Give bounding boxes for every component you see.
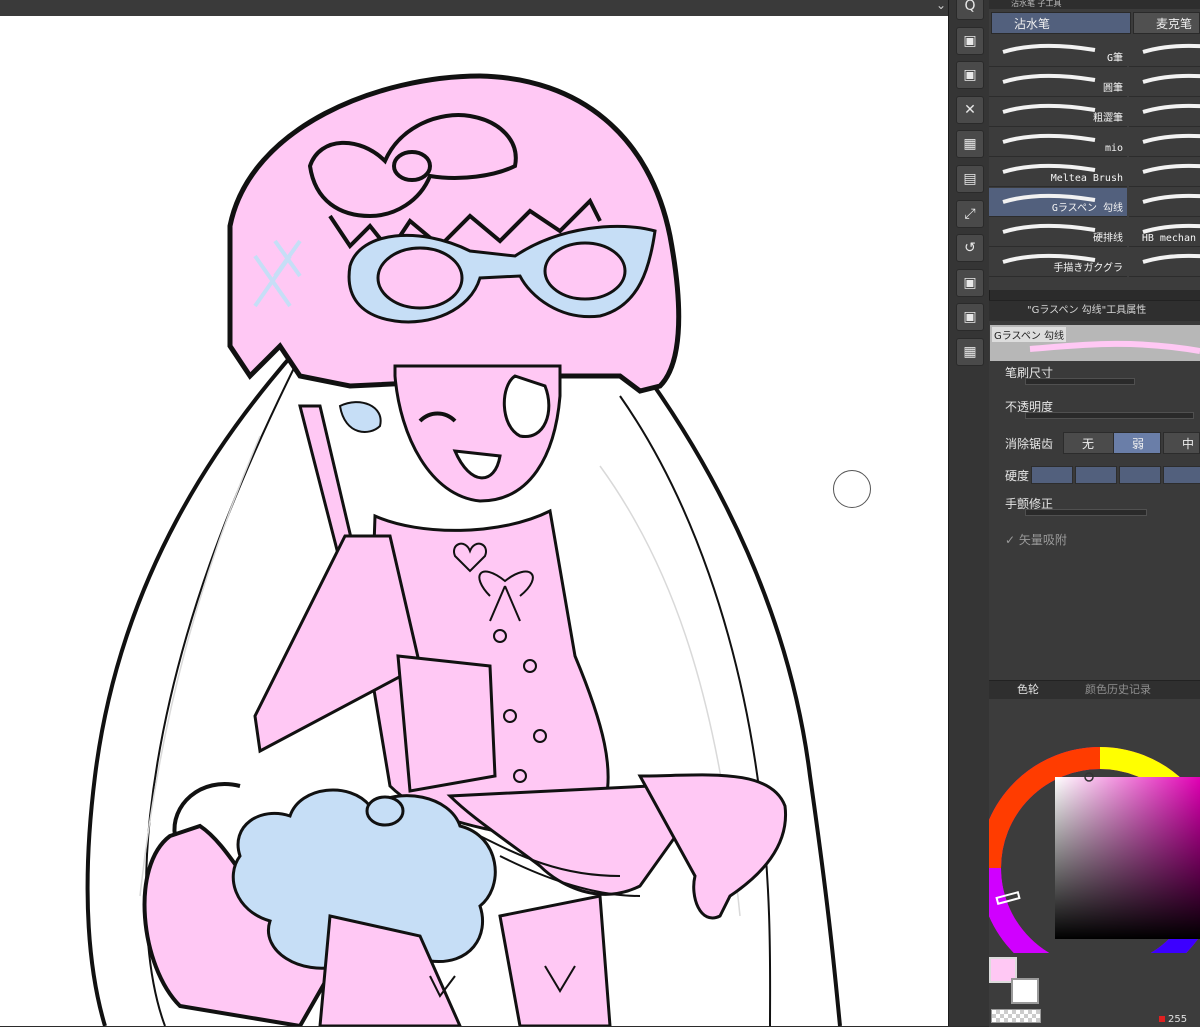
quick-access-icon[interactable]: Q bbox=[956, 0, 984, 20]
sub-color-swatch[interactable] bbox=[1011, 978, 1039, 1004]
color-panel-tabs: 色轮 颜色历史记录 bbox=[989, 681, 1200, 699]
brush-item[interactable]: Meltea Brush bbox=[989, 158, 1127, 187]
brush-item[interactable]: Gラスペン 勾线 bbox=[989, 188, 1127, 217]
brush-item[interactable] bbox=[1129, 68, 1200, 97]
tab-color-wheel[interactable]: 色轮 bbox=[1017, 683, 1039, 697]
brush-item[interactable] bbox=[1129, 98, 1200, 127]
brush-stroke-preview bbox=[1002, 73, 1096, 84]
brush-stroke-preview bbox=[1142, 43, 1200, 54]
brush-stroke-preview bbox=[1002, 43, 1096, 54]
brush-item[interactable] bbox=[1129, 38, 1200, 67]
brush-item-label: 硬排线 bbox=[1093, 233, 1123, 244]
brush-stroke-preview bbox=[1002, 103, 1096, 114]
antialias-medium-option[interactable]: 中 bbox=[1163, 432, 1200, 454]
hardness-segment-3[interactable] bbox=[1119, 466, 1161, 484]
antialias-none-option[interactable]: 无 bbox=[1063, 432, 1119, 454]
color-wheel[interactable] bbox=[989, 713, 1200, 953]
brush-stroke-preview bbox=[1142, 253, 1200, 264]
drawing-canvas[interactable] bbox=[0, 16, 948, 1026]
tab-marker[interactable]: 麦克笔 bbox=[1133, 12, 1200, 34]
icon-rail: Q ▣ ▣ ✕ ▦ ▤ ⤢ ↺ ▣ ▣ ▦ bbox=[948, 0, 990, 1026]
brush-stroke-preview bbox=[1142, 163, 1200, 174]
layer-property-icon[interactable]: ▣ bbox=[956, 268, 984, 297]
brush-item[interactable] bbox=[1129, 188, 1200, 217]
brush-item-label: G筆 bbox=[1106, 53, 1123, 64]
transform-icon[interactable]: ⤢ bbox=[956, 199, 984, 228]
tool-property-panel: "Gラスペン 勾线"工具属性 Gラスペン 勾线 笔刷尺寸 不透明度 消除锯齿 无… bbox=[989, 300, 1200, 681]
brush-stroke-preview bbox=[1002, 223, 1096, 234]
vector-snap-label[interactable]: ✓ 矢量吸附 bbox=[1005, 531, 1067, 548]
brush-item-label: Gラスペン 勾线 bbox=[1051, 203, 1123, 214]
close-layer-icon[interactable]: ✕ bbox=[956, 95, 984, 124]
brush-stroke-preview bbox=[1142, 133, 1200, 144]
brush-item[interactable] bbox=[1129, 128, 1200, 157]
brush-cursor bbox=[833, 470, 871, 508]
canvas-top-bar: ⌄ bbox=[0, 0, 948, 17]
tool-property-title: "Gラスペン 勾线"工具属性 bbox=[989, 301, 1200, 321]
brush-item-label: 粗澀筆 bbox=[1093, 113, 1123, 124]
vector-snap-text: 矢量吸附 bbox=[1018, 533, 1067, 547]
layer-icon-1[interactable]: ▣ bbox=[956, 26, 984, 55]
tab-color-history[interactable]: 颜色历史记录 bbox=[1085, 683, 1151, 697]
brush-item[interactable]: 手描きガクグラ bbox=[989, 248, 1127, 277]
brush-preview: Gラスペン 勾线 bbox=[990, 325, 1200, 361]
character-line-art bbox=[85, 73, 842, 1026]
hardness-label: 硬度 bbox=[1005, 469, 1030, 483]
sub-tool-header: 沾水笔 子工具 bbox=[989, 0, 1200, 9]
tab-dip-pen[interactable]: 沾水笔 bbox=[991, 12, 1131, 34]
brush-stroke-preview bbox=[1142, 193, 1200, 204]
antialias-label: 消除锯齿 bbox=[1005, 437, 1054, 451]
tab-marker-label: 麦克笔 bbox=[1156, 17, 1193, 31]
brush-stroke-preview bbox=[1002, 133, 1096, 144]
brush-item[interactable]: mio bbox=[989, 128, 1127, 157]
sub-tool-panel: 沾水笔 子工具 沾水笔 麦克笔 G筆圓筆粗澀筆 mio Meltea Brush Gラ… bbox=[989, 0, 1200, 290]
layer-icon-2[interactable]: ▣ bbox=[956, 61, 984, 90]
antialias-medium-label: 中 bbox=[1182, 437, 1195, 451]
brush-item[interactable]: 粗澀筆 bbox=[989, 98, 1127, 127]
brush-item-label: 手描きガクグラ bbox=[1053, 263, 1123, 274]
brush-item[interactable] bbox=[1129, 158, 1200, 187]
stabilization-slider[interactable] bbox=[1025, 509, 1147, 516]
hardness-segment-2[interactable] bbox=[1075, 466, 1117, 484]
brush-item[interactable]: HB mechan bbox=[1129, 218, 1200, 247]
brush-item[interactable]: 硬排线 bbox=[989, 218, 1127, 247]
material-icon[interactable]: ▦ bbox=[956, 130, 984, 159]
antialias-none-label: 无 bbox=[1082, 437, 1095, 451]
hardness-segment-4[interactable] bbox=[1163, 466, 1200, 484]
brush-item-label: mio bbox=[1104, 143, 1123, 154]
brush-item-label: Meltea Brush bbox=[1050, 173, 1123, 184]
brush-size-slider[interactable] bbox=[1025, 378, 1135, 385]
tab-dip-pen-label: 沾水笔 bbox=[1014, 17, 1051, 31]
antialias-weak-label: 弱 bbox=[1132, 437, 1145, 451]
navigator-icon[interactable]: ▤ bbox=[956, 165, 984, 193]
transparent-color-swatch[interactable] bbox=[991, 1009, 1041, 1023]
red-value-readout: 255 bbox=[1159, 1014, 1187, 1025]
chevron-down-icon[interactable]: ⌄ bbox=[936, 0, 946, 12]
brush-item[interactable]: 圓筆 bbox=[989, 68, 1127, 97]
antialias-weak-option[interactable]: 弱 bbox=[1113, 432, 1161, 454]
brush-item-label: HB mechan bbox=[1141, 233, 1196, 244]
opacity-slider[interactable] bbox=[1025, 412, 1194, 419]
brush-stroke-preview bbox=[1142, 73, 1200, 84]
preview-label: Gラスペン 勾线 bbox=[992, 327, 1067, 342]
auto-action-icon[interactable]: ↺ bbox=[956, 234, 984, 263]
hardness-segment-1[interactable] bbox=[1031, 466, 1073, 484]
history-icon[interactable]: ▣ bbox=[956, 303, 984, 332]
brush-stroke-preview bbox=[1142, 103, 1200, 114]
brush-item-label: 圓筆 bbox=[1103, 83, 1123, 94]
color-panel: 色轮 颜色历史记录 255 bbox=[989, 680, 1200, 1027]
brush-item[interactable]: G筆 bbox=[989, 38, 1127, 67]
brush-item[interactable] bbox=[1129, 248, 1200, 277]
grid-icon[interactable]: ▦ bbox=[956, 338, 984, 366]
